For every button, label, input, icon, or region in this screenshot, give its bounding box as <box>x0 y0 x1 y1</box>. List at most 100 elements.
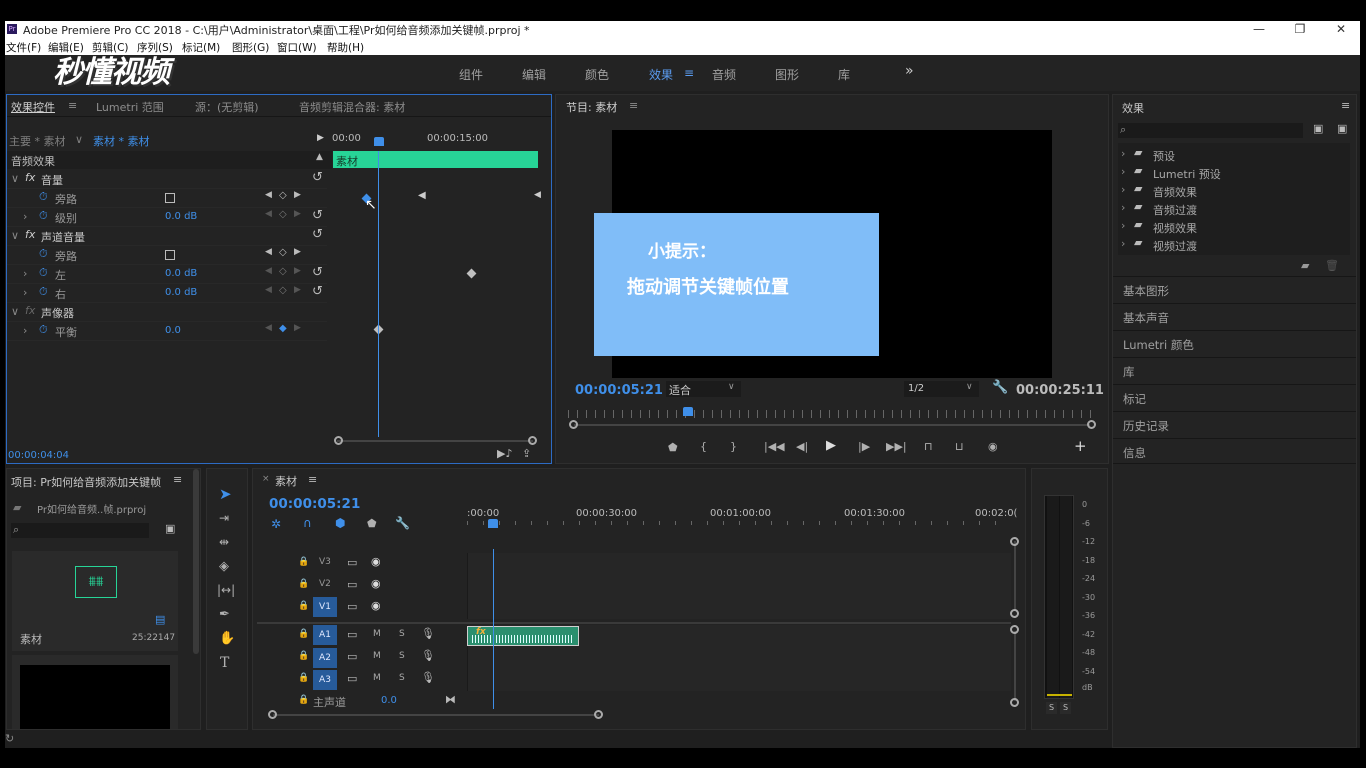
add-marker-icon[interactable]: ⬟ <box>367 517 377 530</box>
solo-button[interactable]: S <box>399 651 405 661</box>
32bit-effects-icon[interactable]: ▣ <box>1337 122 1347 135</box>
v-scroll-handle[interactable] <box>1010 625 1019 634</box>
play-audio-icon[interactable]: ▶ <box>317 133 324 143</box>
balance-value[interactable]: 0.0 <box>165 325 181 336</box>
section-info[interactable]: 信息 <box>1113 438 1356 464</box>
workspace-audio[interactable]: 音频 <box>712 66 736 83</box>
accelerated-effects-icon[interactable]: ▣ <box>1313 122 1323 135</box>
video-v-scrollbar[interactable] <box>1014 541 1016 611</box>
new-bin-icon[interactable]: ▰ <box>1301 259 1309 272</box>
tab-effect-controls[interactable]: 效果控件 <box>11 99 55 115</box>
ec-zoom-scrollbar[interactable] <box>337 440 533 442</box>
timeline-playhead-handle[interactable] <box>488 519 498 528</box>
eye-icon[interactable]: ◉ <box>371 599 381 612</box>
extract-icon[interactable]: ⊔ <box>955 440 964 453</box>
folder-video-transitions[interactable]: › ▰ 视频过渡 <box>1118 236 1348 253</box>
stopwatch-icon[interactable]: ⏱ <box>39 209 48 223</box>
collapse-arrow-icon[interactable]: ∨ <box>11 305 19 318</box>
track-label[interactable]: V2 <box>319 579 331 589</box>
ec-time-ruler[interactable]: 00:00 00:00:15:00 <box>332 131 538 151</box>
add-keyframe-icon[interactable]: ◇ <box>279 285 287 296</box>
effect-channel-volume[interactable]: ∨ fx 声道音量 ↺ <box>7 227 327 246</box>
v-scroll-handle[interactable] <box>1010 609 1019 618</box>
microphone-icon[interactable]: 🎙 <box>421 627 435 640</box>
timeline-settings-icon[interactable]: 🔧 <box>395 516 410 530</box>
close-tab-icon[interactable]: × <box>262 474 270 484</box>
next-keyframe-icon[interactable]: ▶ <box>294 190 301 200</box>
v-scroll-handle[interactable] <box>1010 698 1019 707</box>
folder-lumetri-presets[interactable]: › ▰ Lumetri 预设 <box>1118 164 1348 181</box>
audio-only-icon[interactable]: ▶♪ <box>497 447 512 460</box>
play-icon[interactable]: ▶ <box>826 438 836 453</box>
v-scroll-handle[interactable] <box>1010 537 1019 546</box>
reset-icon[interactable]: ↺ <box>312 170 323 185</box>
prev-keyframe-icon[interactable]: ◀ <box>265 190 272 200</box>
export-frame-icon[interactable]: ◉ <box>988 440 998 453</box>
export-icon[interactable]: ⇪ <box>522 447 531 460</box>
solo-button[interactable]: S <box>399 629 405 639</box>
workspace-effects[interactable]: 效果 <box>649 66 673 83</box>
section-essential-graphics[interactable]: 基本图形 <box>1113 276 1356 302</box>
sequence-thumbnail[interactable] <box>12 655 178 729</box>
right-value[interactable]: 0.0 dB <box>165 287 197 298</box>
workspace-color[interactable]: 颜色 <box>585 66 609 83</box>
expand-arrow-icon[interactable]: › <box>23 324 27 337</box>
button-editor-icon[interactable]: + <box>1074 437 1087 455</box>
project-scrollbar[interactable] <box>193 469 199 654</box>
stopwatch-icon[interactable]: ⏱ <box>39 285 48 299</box>
step-back-icon[interactable]: ◀| <box>796 440 808 453</box>
sync-lock-icon[interactable]: ▭ <box>347 578 357 591</box>
workspace-libraries[interactable]: 库 <box>838 66 850 83</box>
expand-arrow-icon[interactable]: › <box>23 210 27 223</box>
section-libraries[interactable]: 库 <box>1113 357 1356 383</box>
menu-file[interactable]: 文件(F) <box>6 40 41 55</box>
fx-icon[interactable]: fx <box>25 304 35 317</box>
panel-menu-icon[interactable]: ≡ <box>308 473 317 486</box>
wrench-icon[interactable]: 🔧 <box>992 380 1008 395</box>
menu-help[interactable]: 帮助(H) <box>327 40 364 55</box>
collapse-icon[interactable]: ▲ <box>316 152 323 162</box>
prev-keyframe-icon[interactable]: ◀ <box>265 285 272 295</box>
prev-keyframe-icon[interactable]: ◀ <box>265 323 272 333</box>
eye-icon[interactable]: ◉ <box>371 577 381 590</box>
workspace-graphics[interactable]: 图形 <box>775 66 799 83</box>
snap-icon[interactable]: ∩ <box>303 516 312 530</box>
panel-menu-icon[interactable]: ≡ <box>173 473 182 486</box>
sync-lock-icon[interactable]: ▭ <box>347 628 357 641</box>
zoom-handle-left[interactable] <box>569 420 578 429</box>
bypass-checkbox[interactable] <box>165 250 175 260</box>
expand-arrow-icon[interactable]: › <box>23 267 27 280</box>
track-target-a3[interactable]: A3 <box>313 670 337 690</box>
stopwatch-icon[interactable]: ⏱ <box>39 323 48 337</box>
prev-keyframe-icon[interactable]: ◀ <box>265 266 272 276</box>
resolution-dropdown[interactable]: 1/2 ∨ <box>904 381 979 397</box>
section-history[interactable]: 历史记录 <box>1113 411 1356 437</box>
tab-lumetri-scopes[interactable]: Lumetri 范围 <box>96 99 164 115</box>
add-marker-icon[interactable]: ⬟ <box>668 441 678 454</box>
add-keyframe-icon[interactable]: ◇ <box>279 247 287 258</box>
workspace-menu-icon[interactable]: ≡ <box>684 66 694 80</box>
section-lumetri-color[interactable]: Lumetri 颜色 <box>1113 330 1356 356</box>
prev-keyframe-icon[interactable]: ◀ <box>265 247 272 257</box>
keyframe-end-marker[interactable]: ◀ <box>534 190 541 200</box>
lock-icon[interactable]: 🔒 <box>298 629 309 639</box>
folder-audio-effects[interactable]: › ▰ 音频效果 <box>1118 182 1348 199</box>
workspace-editing[interactable]: 编辑 <box>522 66 546 83</box>
section-essential-sound[interactable]: 基本声音 <box>1113 303 1356 329</box>
folder-presets[interactable]: › ▰ 预设 <box>1118 146 1348 163</box>
razor-tool-icon[interactable]: ◈ <box>219 559 229 574</box>
mute-button[interactable]: M <box>373 651 381 661</box>
keyframe[interactable] <box>466 268 477 279</box>
section-markers[interactable]: 标记 <box>1113 384 1356 410</box>
effect-volume[interactable]: ∨ fx 音量 ↺ <box>7 170 327 189</box>
clip-thumbnail[interactable]: ⩩⩩ ▤ 素材 25:22147 <box>12 551 178 651</box>
keyframe-out-marker[interactable]: ◀ <box>418 190 426 201</box>
track-label[interactable]: V3 <box>319 557 331 567</box>
sync-lock-icon[interactable]: ▭ <box>347 650 357 663</box>
lift-icon[interactable]: ⊓ <box>924 440 933 453</box>
add-keyframe-icon[interactable]: ◇ <box>279 266 287 277</box>
slip-tool-icon[interactable]: |↔| <box>217 583 235 597</box>
panel-menu-icon[interactable]: ≡ <box>68 99 77 112</box>
track-target-v1[interactable]: V1 <box>313 597 337 617</box>
menu-marker[interactable]: 标记(M) <box>182 40 220 55</box>
